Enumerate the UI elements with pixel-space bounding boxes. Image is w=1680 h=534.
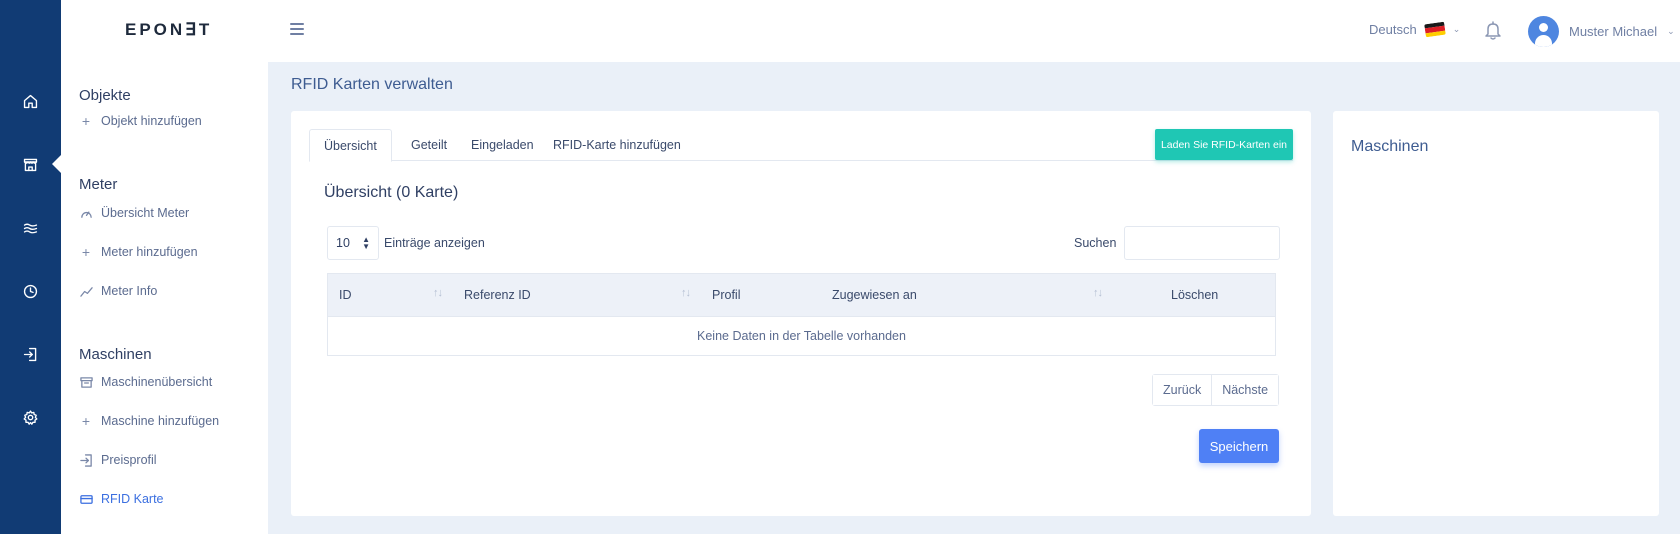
tab-geteilt[interactable]: Geteilt (397, 129, 461, 161)
waves-icon[interactable] (0, 208, 61, 248)
entries-length-control: 10 ▲ ▼ Einträge anzeigen (327, 226, 485, 260)
language-label: Deutsch (1369, 22, 1417, 37)
sidebar-item-label: Maschinenübersicht (101, 375, 213, 389)
select-arrows-icon: ▲ ▼ (362, 235, 370, 251)
sidebar-item-label: Übersicht Meter (101, 206, 190, 220)
sidebar-item-label: RFID Karte (101, 492, 164, 506)
sidebar-item-label: Meter Info (101, 284, 158, 298)
entries-label: Einträge anzeigen (384, 236, 485, 250)
save-button[interactable]: Speichern (1199, 429, 1279, 463)
load-rfid-cards-button[interactable]: Laden Sie RFID-Karten ein (1155, 129, 1293, 160)
sidebar-item-objekt-hinzufuegen[interactable]: + Objekt hinzufügen (79, 113, 202, 129)
sidebar-item-label: Meter hinzufügen (101, 245, 198, 259)
overview-title: Übersicht (0 Karte) (324, 184, 459, 201)
bell-icon[interactable] (1482, 19, 1504, 41)
user-name: Muster Michael (1569, 24, 1658, 39)
column-header-id[interactable]: ID (339, 274, 352, 316)
entries-per-page-select[interactable]: 10 ▲ ▼ (327, 226, 379, 260)
archive-icon (79, 375, 93, 389)
login-icon (79, 453, 93, 467)
search-control: Suchen (1074, 226, 1281, 260)
sort-icon[interactable]: ↑↓ (1093, 287, 1103, 299)
chart-line-icon (79, 284, 93, 298)
top-header: EPON∃T Deutsch ⌄ Muster Michael ⌄ (61, 0, 1680, 62)
plus-icon: + (81, 413, 91, 429)
sidebar-section-objekte: Objekte (79, 87, 131, 104)
tab-bar: Übersicht Geteilt Eingeladen RFID-Karte … (309, 129, 1293, 162)
card-icon (79, 492, 93, 506)
gauge-icon (79, 206, 93, 220)
sidebar-item-preisprofil[interactable]: Preisprofil (79, 453, 157, 467)
search-label: Suchen (1074, 236, 1117, 250)
next-page-button[interactable]: Nächste (1211, 375, 1279, 405)
icon-rail (0, 0, 62, 534)
settings-icon[interactable] (0, 397, 61, 437)
clock-icon[interactable] (0, 271, 61, 311)
sidebar-item-maschinenuebersicht[interactable]: Maschinenübersicht (79, 375, 212, 389)
home-icon[interactable] (0, 81, 61, 121)
tab-rfid-karte-hinzufuegen[interactable]: RFID-Karte hinzufügen (539, 129, 695, 161)
sidebar-item-uebersicht-meter[interactable]: Übersicht Meter (79, 206, 189, 220)
plus-icon: + (81, 113, 91, 129)
login-icon[interactable] (0, 334, 61, 374)
menu-toggle-icon[interactable] (287, 20, 307, 40)
column-header-zugewiesen-an[interactable]: Zugewiesen an (832, 274, 917, 316)
logo[interactable]: EPON∃T (125, 20, 212, 40)
page-title: RFID Karten verwalten (291, 76, 453, 93)
tab-eingeladen[interactable]: Eingeladen (457, 129, 548, 161)
search-input[interactable] (1124, 226, 1281, 260)
sidebar-item-maschine-hinzufuegen[interactable]: + Maschine hinzufügen (79, 413, 220, 429)
sidebar-item-label: Preisprofil (101, 453, 157, 467)
chevron-down-icon: ⌄ (1667, 26, 1675, 36)
machines-panel-title: Maschinen (1351, 138, 1429, 155)
german-flag-icon (1423, 21, 1446, 38)
sort-icon[interactable]: ↑↓ (433, 287, 443, 299)
sidebar-section-maschinen: Maschinen (79, 346, 152, 363)
table-empty-message: Keine Daten in der Tabelle vorhanden (328, 316, 1275, 355)
column-header-loeschen: Löschen (1171, 288, 1219, 302)
sidebar: Objekte + Objekt hinzufügen Meter Übersi… (61, 62, 268, 534)
avatar (1528, 16, 1559, 47)
sort-icon[interactable]: ↑↓ (681, 287, 691, 299)
column-header-referenz-id[interactable]: Referenz ID (464, 274, 531, 316)
entries-per-page-value: 10 (336, 236, 350, 250)
tab-uebersicht[interactable]: Übersicht (309, 129, 392, 162)
rfid-table: ID ↑↓ Referenz ID ↑↓ Profil Zugewiesen a… (327, 273, 1276, 356)
table-header: ID ↑↓ Referenz ID ↑↓ Profil Zugewiesen a… (328, 274, 1275, 316)
language-selector[interactable]: Deutsch ⌄ (1369, 21, 1461, 38)
sidebar-item-rfid-karte[interactable]: RFID Karte (79, 492, 164, 506)
sidebar-item-label: Maschine hinzufügen (101, 414, 220, 428)
user-menu[interactable]: Muster Michael ⌄ (1528, 16, 1675, 47)
sidebar-item-meter-info[interactable]: Meter Info (79, 284, 157, 298)
rfid-card-panel: Übersicht Geteilt Eingeladen RFID-Karte … (291, 111, 1311, 516)
previous-page-button[interactable]: Zurück (1153, 375, 1212, 405)
sidebar-section-meter: Meter (79, 176, 118, 193)
sidebar-item-label: Objekt hinzufügen (101, 114, 202, 128)
chevron-down-icon: ⌄ (1452, 24, 1461, 34)
sidebar-item-meter-hinzufuegen[interactable]: + Meter hinzufügen (79, 244, 198, 260)
pagination: Zurück Nächste (1152, 374, 1280, 406)
machines-panel: Maschinen (1333, 111, 1659, 516)
column-header-profil[interactable]: Profil (712, 274, 740, 316)
plus-icon: + (81, 244, 91, 260)
